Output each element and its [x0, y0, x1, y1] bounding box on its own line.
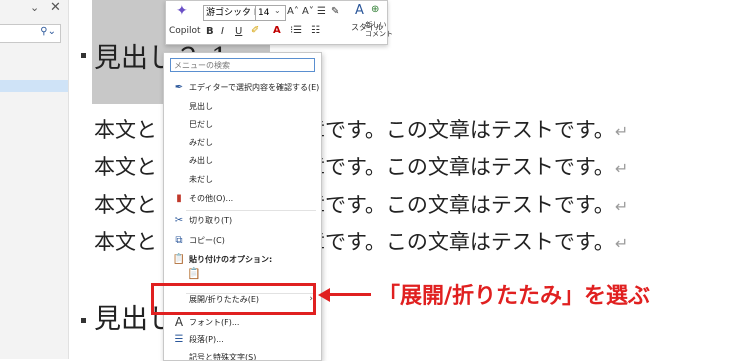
shrink-font-icon[interactable]: A˅ — [302, 6, 314, 18]
underline-button[interactable]: U — [235, 26, 242, 38]
paste-keep-formatting-icon[interactable]: 📋 — [187, 267, 201, 280]
paragraph-mark: ↵ — [614, 234, 629, 253]
menu-item-font[interactable]: A フォント(F)... — [164, 314, 321, 331]
other-suggestions-icon: ▮ — [176, 193, 182, 204]
outline-list-icon[interactable]: ☷ — [311, 25, 320, 37]
menu-separator — [186, 210, 316, 211]
font-color-icon[interactable]: A — [273, 25, 281, 37]
editor-pen-icon: ✒ — [174, 82, 184, 93]
navigation-pane: ⌄ ✕ ⚲⌄ — [0, 0, 69, 359]
bullets-icon[interactable]: ☰ — [317, 6, 326, 18]
new-comment-button[interactable]: 新しい コメント — [365, 21, 393, 39]
copilot-button[interactable]: Copilot — [169, 26, 201, 36]
menu-search-input[interactable]: メニューの検索 — [170, 58, 315, 72]
new-comment-icon[interactable]: ⊕ — [371, 4, 379, 16]
menu-item-cut[interactable]: ✂ 切り取り(T) — [164, 212, 321, 229]
chevron-down-icon[interactable]: ⌄ — [274, 6, 281, 15]
menu-item-suggestion[interactable]: 見出し — [164, 98, 321, 115]
menu-item-editor-check[interactable]: ✒ エディターで選択内容を確認する(E) — [164, 79, 321, 96]
chevron-down-icon[interactable]: ⌄ — [30, 1, 39, 14]
menu-item-paste-options: 📋 貼り付けのオプション: — [164, 251, 321, 268]
navigation-search-input[interactable]: ⚲⌄ — [0, 24, 61, 43]
navigation-selected-item[interactable] — [0, 80, 68, 92]
menu-item-suggestion[interactable]: みだし — [164, 134, 321, 151]
bold-button[interactable]: B — [206, 26, 214, 38]
annotation-highlight-box — [151, 283, 316, 315]
search-icon[interactable]: ⚲⌄ — [40, 26, 56, 37]
annotation-text: 「展開/折りたたみ」を選ぶ — [378, 284, 651, 309]
paragraph-icon: ☰ — [174, 334, 184, 345]
paragraph-mark: ↵ — [614, 159, 629, 178]
grow-font-icon[interactable]: A˄ — [287, 6, 299, 18]
copy-icon: ⧉ — [175, 235, 183, 246]
menu-item-other[interactable]: ▮ その他(O)... — [164, 190, 321, 207]
paragraph-mark: ↵ — [614, 122, 629, 141]
mini-toolbar: ✦ Copilot 游ゴシック Li ⌄ 14 ⌄ A˄ A˅ ☰ ✎ B I … — [165, 0, 393, 45]
scissors-icon: ✂ — [174, 215, 184, 226]
heading-bullet — [81, 53, 86, 58]
menu-item-suggestion[interactable]: 未だし — [164, 171, 321, 188]
numbering-icon[interactable]: ⁝☰ — [290, 25, 302, 37]
highlight-color-icon[interactable]: ✐ — [251, 25, 259, 37]
styles-icon[interactable]: A — [355, 4, 364, 17]
paragraph-mark: ↵ — [614, 197, 629, 216]
heading-bullet — [81, 318, 86, 323]
menu-item-paragraph[interactable]: ☰ 段落(P)... — [164, 331, 321, 348]
close-icon[interactable]: ✕ — [50, 0, 61, 15]
menu-item-symbols[interactable]: 記号と特殊文字(S) — [164, 349, 321, 360]
menu-item-suggestion[interactable]: 巳だし — [164, 116, 321, 133]
menu-item-copy[interactable]: ⧉ コピー(C) — [164, 232, 321, 249]
italic-button[interactable]: I — [221, 26, 224, 38]
paste-icon: 📋 — [172, 254, 186, 265]
copilot-icon[interactable]: ✦ — [176, 3, 188, 19]
menu-item-suggestion[interactable]: み出し — [164, 152, 321, 169]
annotation-arrow-line — [327, 293, 371, 296]
chevron-down-icon[interactable]: ⌄ — [243, 6, 250, 15]
font-icon: A — [174, 315, 184, 329]
font-size-box[interactable]: 14 — [255, 5, 286, 21]
format-painter-icon[interactable]: ✎ — [331, 6, 339, 18]
